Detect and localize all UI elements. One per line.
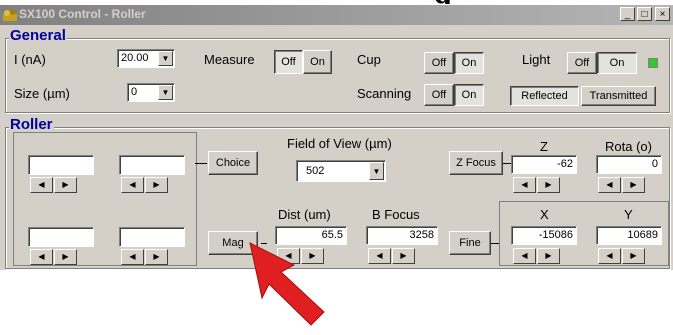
bfocus-field[interactable]: 3258: [366, 226, 438, 245]
transmitted-button[interactable]: Transmitted: [581, 86, 656, 106]
dist-label: Dist (um): [278, 207, 331, 222]
maximize-button[interactable]: □: [637, 7, 652, 21]
field-of-view-value: 502: [306, 165, 325, 177]
arrow-left-icon[interactable]: ◀: [598, 248, 621, 264]
choice-field-2[interactable]: [119, 155, 185, 175]
choice-field-1[interactable]: [28, 155, 94, 175]
chevron-down-icon[interactable]: ▼: [369, 162, 384, 180]
bfocus-label: B Focus: [372, 207, 420, 222]
cup-off-button[interactable]: Off: [424, 52, 454, 74]
arrow-right-icon[interactable]: ▶: [622, 177, 645, 193]
fine-button[interactable]: Fine: [449, 231, 491, 255]
current-select-value: 20.00: [121, 52, 149, 64]
arrow-left-icon[interactable]: ◀: [513, 177, 536, 193]
roller-group-label: Roller: [9, 116, 54, 133]
rota-field[interactable]: 0: [596, 155, 662, 174]
arrow-right-icon[interactable]: ▶: [145, 177, 168, 193]
cup-on-button[interactable]: On: [454, 52, 484, 74]
arrow-right-icon[interactable]: ▶: [54, 177, 77, 193]
light-on-button[interactable]: On: [597, 52, 637, 74]
arrow-left-icon[interactable]: ◀: [30, 177, 53, 193]
minimize-button[interactable]: _: [620, 7, 635, 21]
x-label: X: [540, 207, 549, 222]
measure-off-button[interactable]: Off: [274, 50, 303, 74]
measure-on-button[interactable]: On: [303, 50, 332, 74]
measure-label: Measure: [204, 52, 255, 67]
current-select[interactable]: 20.00 ▼: [117, 49, 175, 68]
size-label: Size (µm): [14, 86, 70, 101]
general-group-label: General: [9, 27, 67, 44]
y-field[interactable]: 10689: [596, 226, 662, 245]
arrow-left-icon[interactable]: ◀: [598, 177, 621, 193]
arrow-left-icon[interactable]: ◀: [30, 249, 53, 265]
arrow-left-icon[interactable]: ◀: [368, 248, 391, 264]
light-off-button[interactable]: Off: [567, 52, 597, 74]
connector-line: [195, 163, 207, 164]
choice-spinner-3: ◀ ▶: [30, 249, 78, 265]
z-spinner: ◀ ▶: [513, 177, 561, 193]
light-label: Light: [522, 52, 551, 67]
arrow-right-icon[interactable]: ▶: [54, 249, 77, 265]
window-title: SX100 Control - Roller: [19, 7, 146, 21]
arrow-left-icon[interactable]: ◀: [121, 177, 144, 193]
size-select[interactable]: 0 ▼: [127, 83, 175, 102]
chevron-down-icon[interactable]: ▼: [158, 51, 173, 66]
scanning-on-button[interactable]: On: [454, 84, 484, 106]
field-of-view-label: Field of View (µm): [287, 136, 392, 151]
title-bar: SX100 Control - Roller _ □ ×: [0, 5, 673, 25]
close-button[interactable]: ×: [655, 7, 670, 21]
arrow-right-icon[interactable]: ▶: [537, 248, 560, 264]
connector-line: [491, 243, 499, 244]
choice-spinner-4: ◀ ▶: [121, 249, 169, 265]
choice-spinner-1: ◀ ▶: [30, 177, 78, 193]
choice-spinner-2: ◀ ▶: [121, 177, 169, 193]
z-field[interactable]: -62: [511, 155, 577, 174]
y-label: Y: [624, 207, 633, 222]
arrow-left-icon[interactable]: ◀: [513, 248, 536, 264]
rota-spinner: ◀ ▶: [598, 177, 646, 193]
arrow-right-icon[interactable]: ▶: [537, 177, 560, 193]
z-focus-button[interactable]: Z Focus: [449, 151, 503, 175]
y-spinner: ◀ ▶: [598, 248, 646, 264]
x-field[interactable]: -15086: [511, 226, 577, 245]
connector-line: [503, 163, 511, 164]
bfocus-spinner: ◀ ▶: [368, 248, 416, 264]
app-icon: [3, 9, 17, 21]
arrow-right-icon[interactable]: ▶: [145, 249, 168, 265]
light-indicator: [648, 58, 658, 68]
arrow-left-icon[interactable]: ◀: [121, 249, 144, 265]
control-window: SX100 Control - Roller _ □ × General I (…: [0, 4, 673, 270]
choice-field-4[interactable]: [119, 227, 185, 247]
reflected-button[interactable]: Reflected: [510, 86, 579, 106]
scanning-off-button[interactable]: Off: [424, 84, 454, 106]
x-spinner: ◀ ▶: [513, 248, 561, 264]
current-label: I (nA): [14, 52, 46, 67]
choice-field-3[interactable]: [28, 227, 94, 247]
choice-button[interactable]: Choice: [208, 151, 258, 175]
cup-label: Cup: [357, 52, 381, 67]
scanning-label: Scanning: [357, 86, 412, 101]
arrow-right-icon[interactable]: ▶: [392, 248, 415, 264]
red-arrow-annotation-icon: [249, 242, 325, 326]
chevron-down-icon[interactable]: ▼: [158, 85, 173, 100]
field-of-view-select[interactable]: 502 ▼: [296, 160, 386, 182]
rota-label: Rota (o): [605, 139, 652, 154]
arrow-right-icon[interactable]: ▶: [622, 248, 645, 264]
z-label: Z: [540, 139, 548, 154]
size-select-value: 0: [131, 86, 138, 98]
